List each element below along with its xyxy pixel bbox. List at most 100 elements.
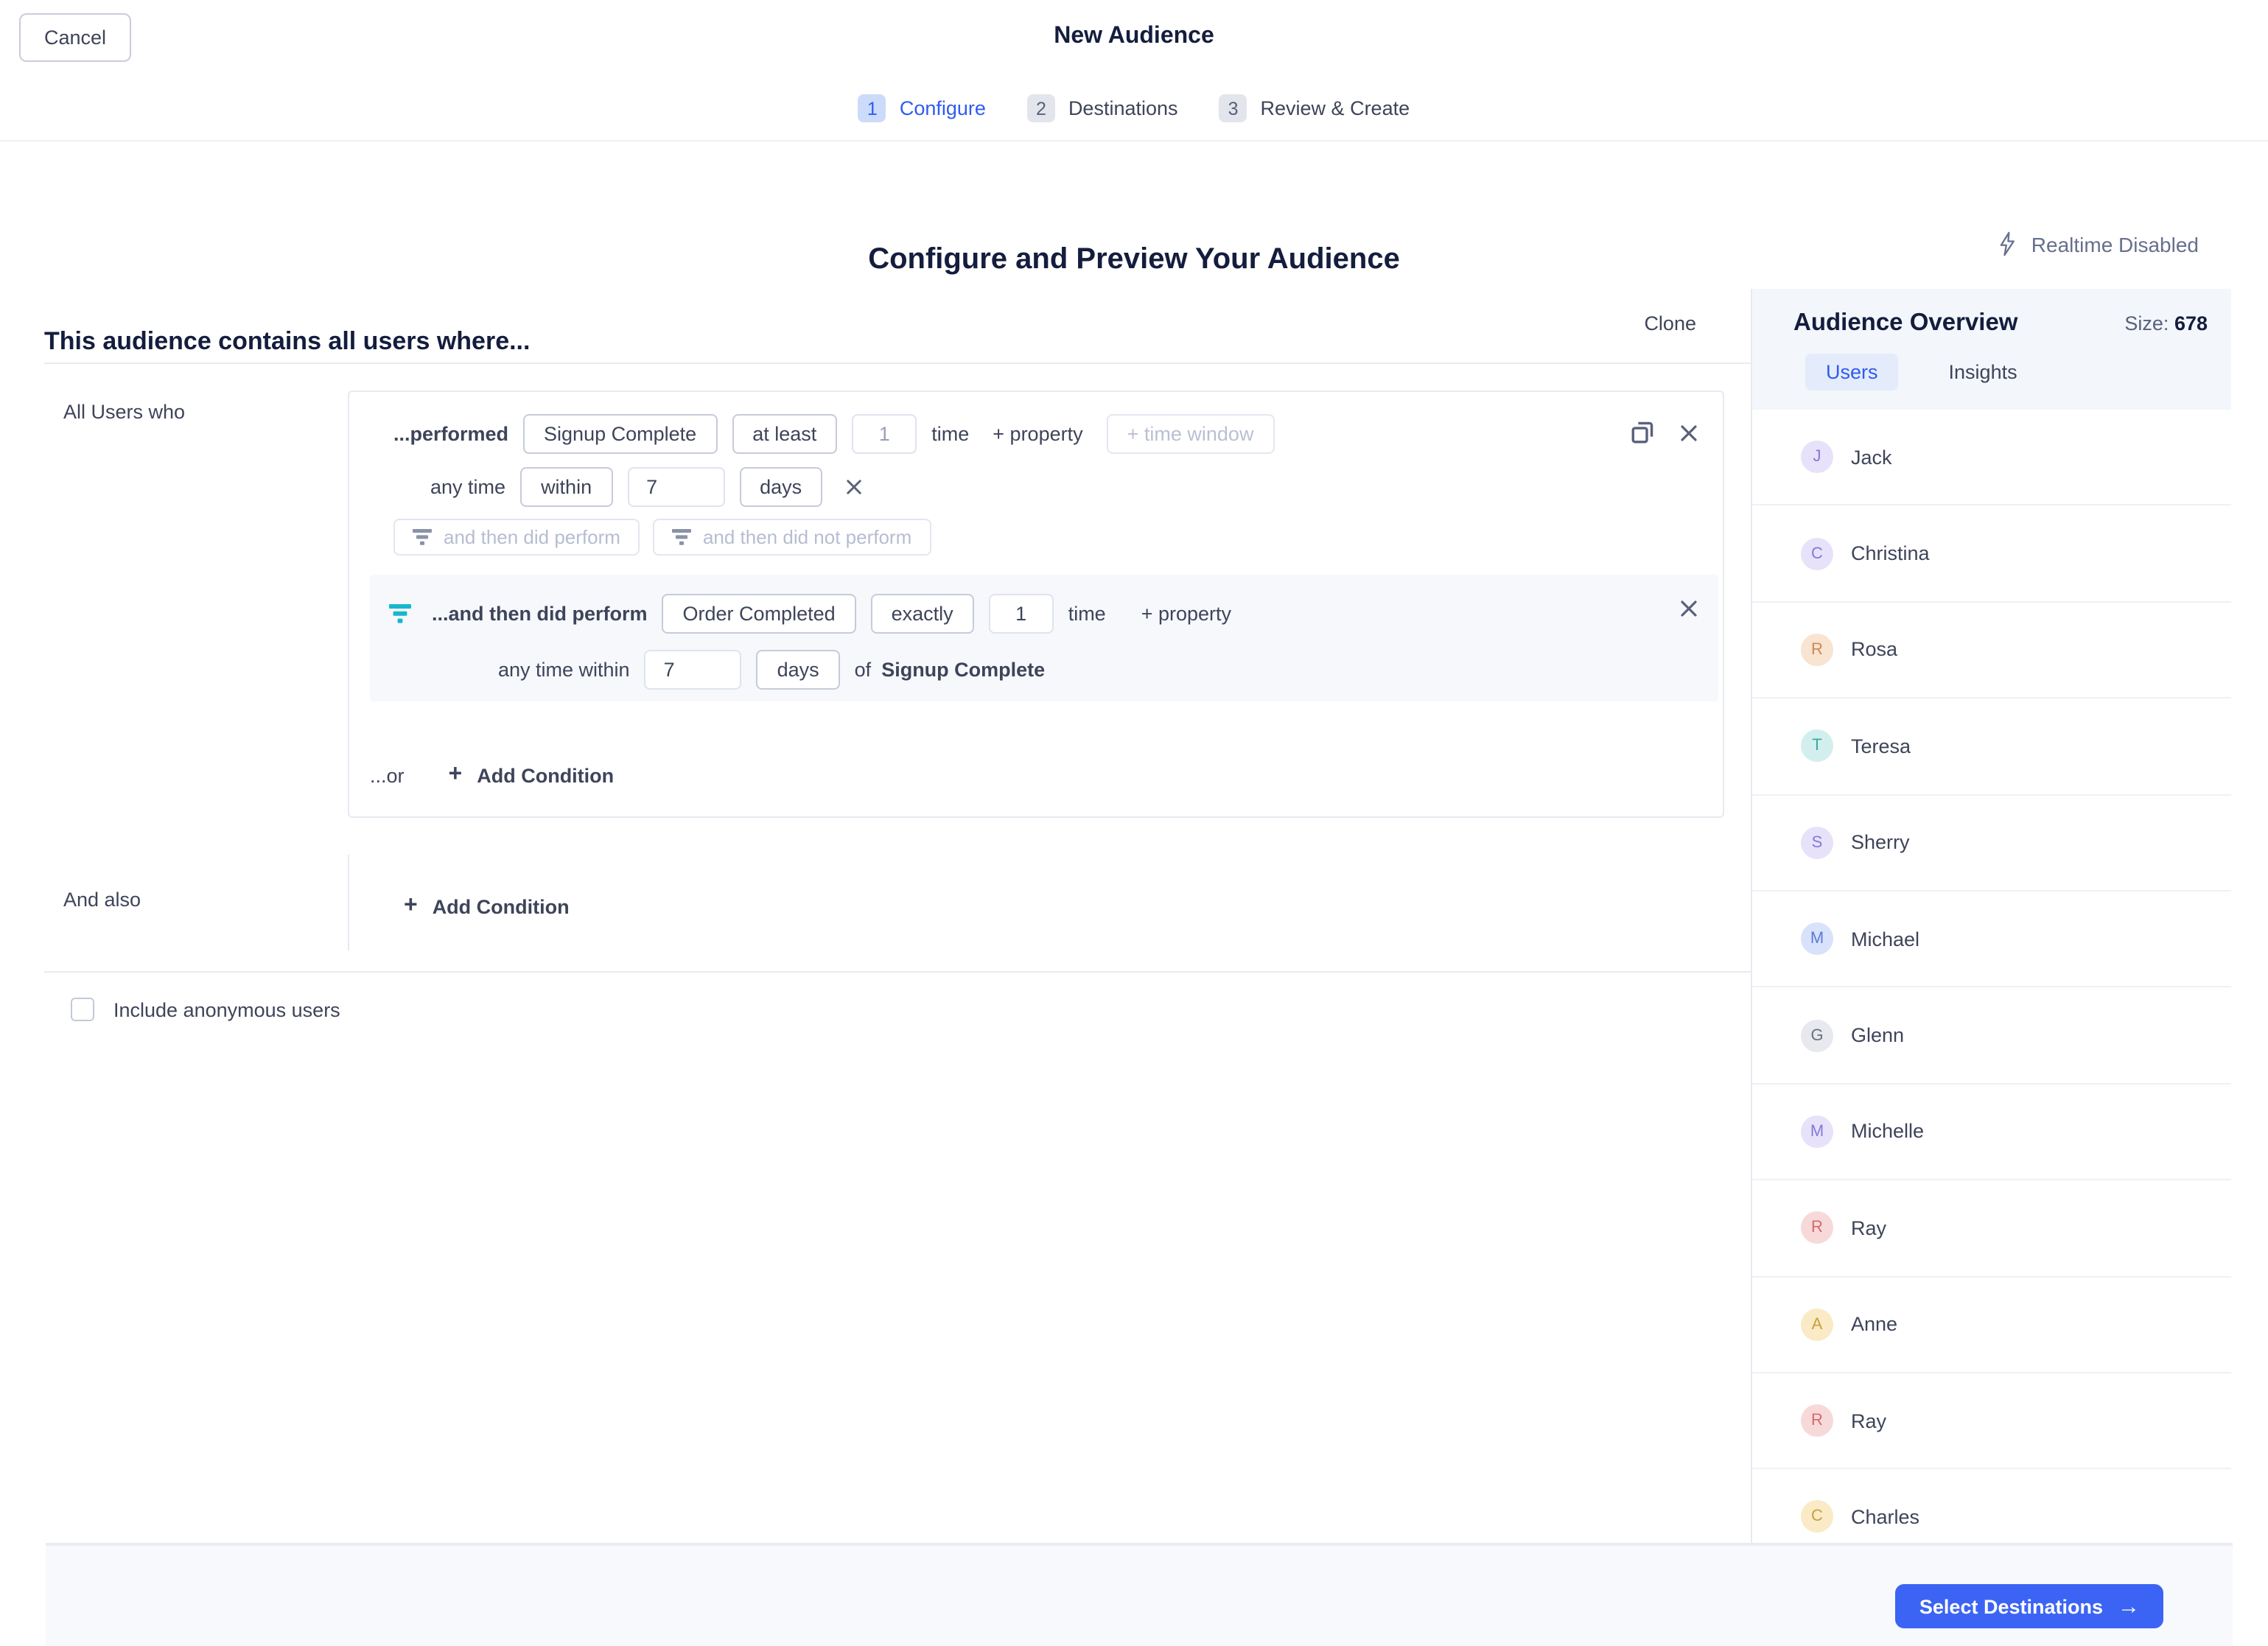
step-configure[interactable]: 1 Configure (858, 94, 986, 122)
user-name: Jack (1851, 446, 1892, 468)
avatar: T (1801, 730, 1833, 763)
add-property-button[interactable]: + property (984, 421, 1091, 446)
nested-count-input[interactable]: 1 (989, 594, 1054, 634)
overview-header: Audience Overview Size: 678 Users Insigh… (1752, 289, 2231, 410)
plus-icon: + (404, 894, 418, 918)
user-name: Ray (1851, 1217, 1886, 1239)
user-list-item[interactable]: M Michael (1752, 892, 2231, 988)
or-row: ...or + Add Condition (370, 762, 623, 788)
add-or-condition-button[interactable]: + Add Condition (440, 762, 623, 788)
user-list-item[interactable]: C Charles (1752, 1470, 2231, 1543)
time-comparison-select[interactable]: within (520, 467, 612, 507)
avatar: C (1801, 1501, 1833, 1533)
realtime-status-label: Realtime Disabled (2031, 232, 2199, 256)
plus-icon: + (449, 763, 463, 787)
step-label: Destinations (1068, 97, 1178, 119)
nested-operator-select[interactable]: exactly (871, 594, 974, 634)
count-input[interactable]: 1 (852, 414, 917, 454)
builder-bottom-divider (44, 971, 1751, 973)
remove-time-filter-icon[interactable] (846, 479, 862, 495)
time-unit-label: time (931, 423, 969, 445)
overview-title: Audience Overview (1793, 309, 2017, 337)
user-list-item[interactable]: S Sherry (1752, 795, 2231, 892)
user-name: Michael (1851, 928, 1919, 950)
add-time-window-button[interactable]: + time window (1107, 414, 1275, 454)
user-name: Glenn (1851, 1024, 1904, 1046)
nested-prefix-label: ...and then did perform (432, 603, 648, 625)
user-list-item[interactable]: J Jack (1752, 410, 2231, 506)
nested-window-prefix-label: any time within (498, 659, 630, 681)
nested-time-unit-label: time (1068, 603, 1106, 625)
user-list-item[interactable]: R Rosa (1752, 603, 2231, 699)
all-users-who-label: All Users who (63, 401, 185, 423)
remove-nested-condition-icon[interactable] (1680, 600, 1698, 617)
user-name: Sherry (1851, 832, 1910, 854)
builder-section-title: This audience contains all users where..… (44, 327, 530, 357)
avatar: C (1801, 537, 1833, 570)
user-name: Christina (1851, 542, 1930, 564)
and-then-did-perform-button[interactable]: and then did perform (393, 519, 640, 556)
avatar: A (1801, 1308, 1833, 1340)
new-audience-page: Cancel New Audience 1 Configure 2 Destin… (0, 0, 2268, 1646)
size-label: Size: (2124, 312, 2169, 335)
duplicate-condition-icon[interactable] (1631, 421, 1653, 444)
step-number-badge: 1 (858, 94, 886, 122)
user-list-item[interactable]: A Anne (1752, 1277, 2231, 1373)
tab-insights[interactable]: Insights (1928, 354, 2038, 391)
user-list-item[interactable]: C Christina (1752, 506, 2231, 603)
user-list-item[interactable]: G Glenn (1752, 988, 2231, 1085)
nested-sequence-condition: ...and then did perform Order Completed … (370, 575, 1718, 701)
user-name: Charles (1851, 1506, 1919, 1528)
audience-builder-panel: This audience contains all users where..… (0, 289, 1752, 1543)
performed-label: ...performed (393, 423, 508, 445)
nested-event-select[interactable]: Order Completed (662, 594, 856, 634)
time-value-input[interactable]: 7 (627, 467, 724, 507)
add-condition-label: Add Condition (477, 764, 614, 786)
time-filter-row: any time within 7 days (430, 467, 862, 507)
user-list-item[interactable]: R Ray (1752, 1373, 2231, 1470)
user-list: J Jack C Christina R Rosa T Teresa (1752, 410, 2231, 1543)
tab-users[interactable]: Users (1805, 354, 1899, 391)
nested-window-value-input[interactable]: 7 (645, 650, 742, 690)
user-name: Michelle (1851, 1121, 1924, 1143)
page-title: New Audience (0, 24, 2268, 50)
include-anonymous-label: Include anonymous users (113, 998, 340, 1020)
user-name: Teresa (1851, 735, 1911, 757)
of-label: of (855, 659, 872, 681)
sequence-buttons-row: and then did perform and then did not pe… (393, 519, 931, 556)
condition-actions (1631, 421, 1698, 444)
avatar: M (1801, 1116, 1833, 1148)
anchor-event-label: Signup Complete (881, 659, 1045, 681)
nested-window-unit-select[interactable]: days (757, 650, 840, 690)
main-heading: Configure and Preview Your Audience (0, 244, 2268, 278)
event-select[interactable]: Signup Complete (523, 414, 717, 454)
avatar: R (1801, 1404, 1833, 1437)
add-and-condition-button[interactable]: + Add Condition (395, 893, 578, 920)
operator-select[interactable]: at least (732, 414, 837, 454)
and-then-did-not-perform-button[interactable]: and then did not perform (653, 519, 931, 556)
time-unit-select[interactable]: days (739, 467, 822, 507)
remove-condition-icon[interactable] (1680, 424, 1698, 441)
size-value: 678 (2174, 312, 2208, 335)
audience-size: Size: 678 (2124, 312, 2208, 335)
nested-add-property-button[interactable]: + property (1133, 601, 1240, 626)
include-anonymous-checkbox[interactable] (71, 998, 94, 1021)
user-list-item[interactable]: R Ray (1752, 1180, 2231, 1277)
performed-condition-row: ...performed Signup Complete at least 1 … (393, 414, 1274, 454)
and-also-label: And also (63, 889, 141, 911)
select-destinations-button[interactable]: Select Destinations → (1896, 1584, 2163, 1628)
user-list-item[interactable]: M Michelle (1752, 1084, 2231, 1180)
step-destinations[interactable]: 2 Destinations (1027, 94, 1178, 122)
avatar: R (1801, 634, 1833, 666)
clone-button[interactable]: Clone (1635, 311, 1705, 336)
audience-overview-panel: Audience Overview Size: 678 Users Insigh… (1752, 289, 2231, 1543)
select-destinations-label: Select Destinations (1919, 1595, 2103, 1617)
funnel-icon (672, 529, 691, 545)
avatar: S (1801, 827, 1833, 859)
user-list-item[interactable]: T Teresa (1752, 698, 2231, 795)
step-review-create[interactable]: 3 Review & Create (1219, 94, 1410, 122)
or-label: ...or (370, 764, 405, 786)
footer-bar: Select Destinations → (46, 1543, 2233, 1646)
overview-tabs: Users Insights (1805, 354, 2208, 391)
add-condition-label: Add Condition (433, 895, 570, 917)
